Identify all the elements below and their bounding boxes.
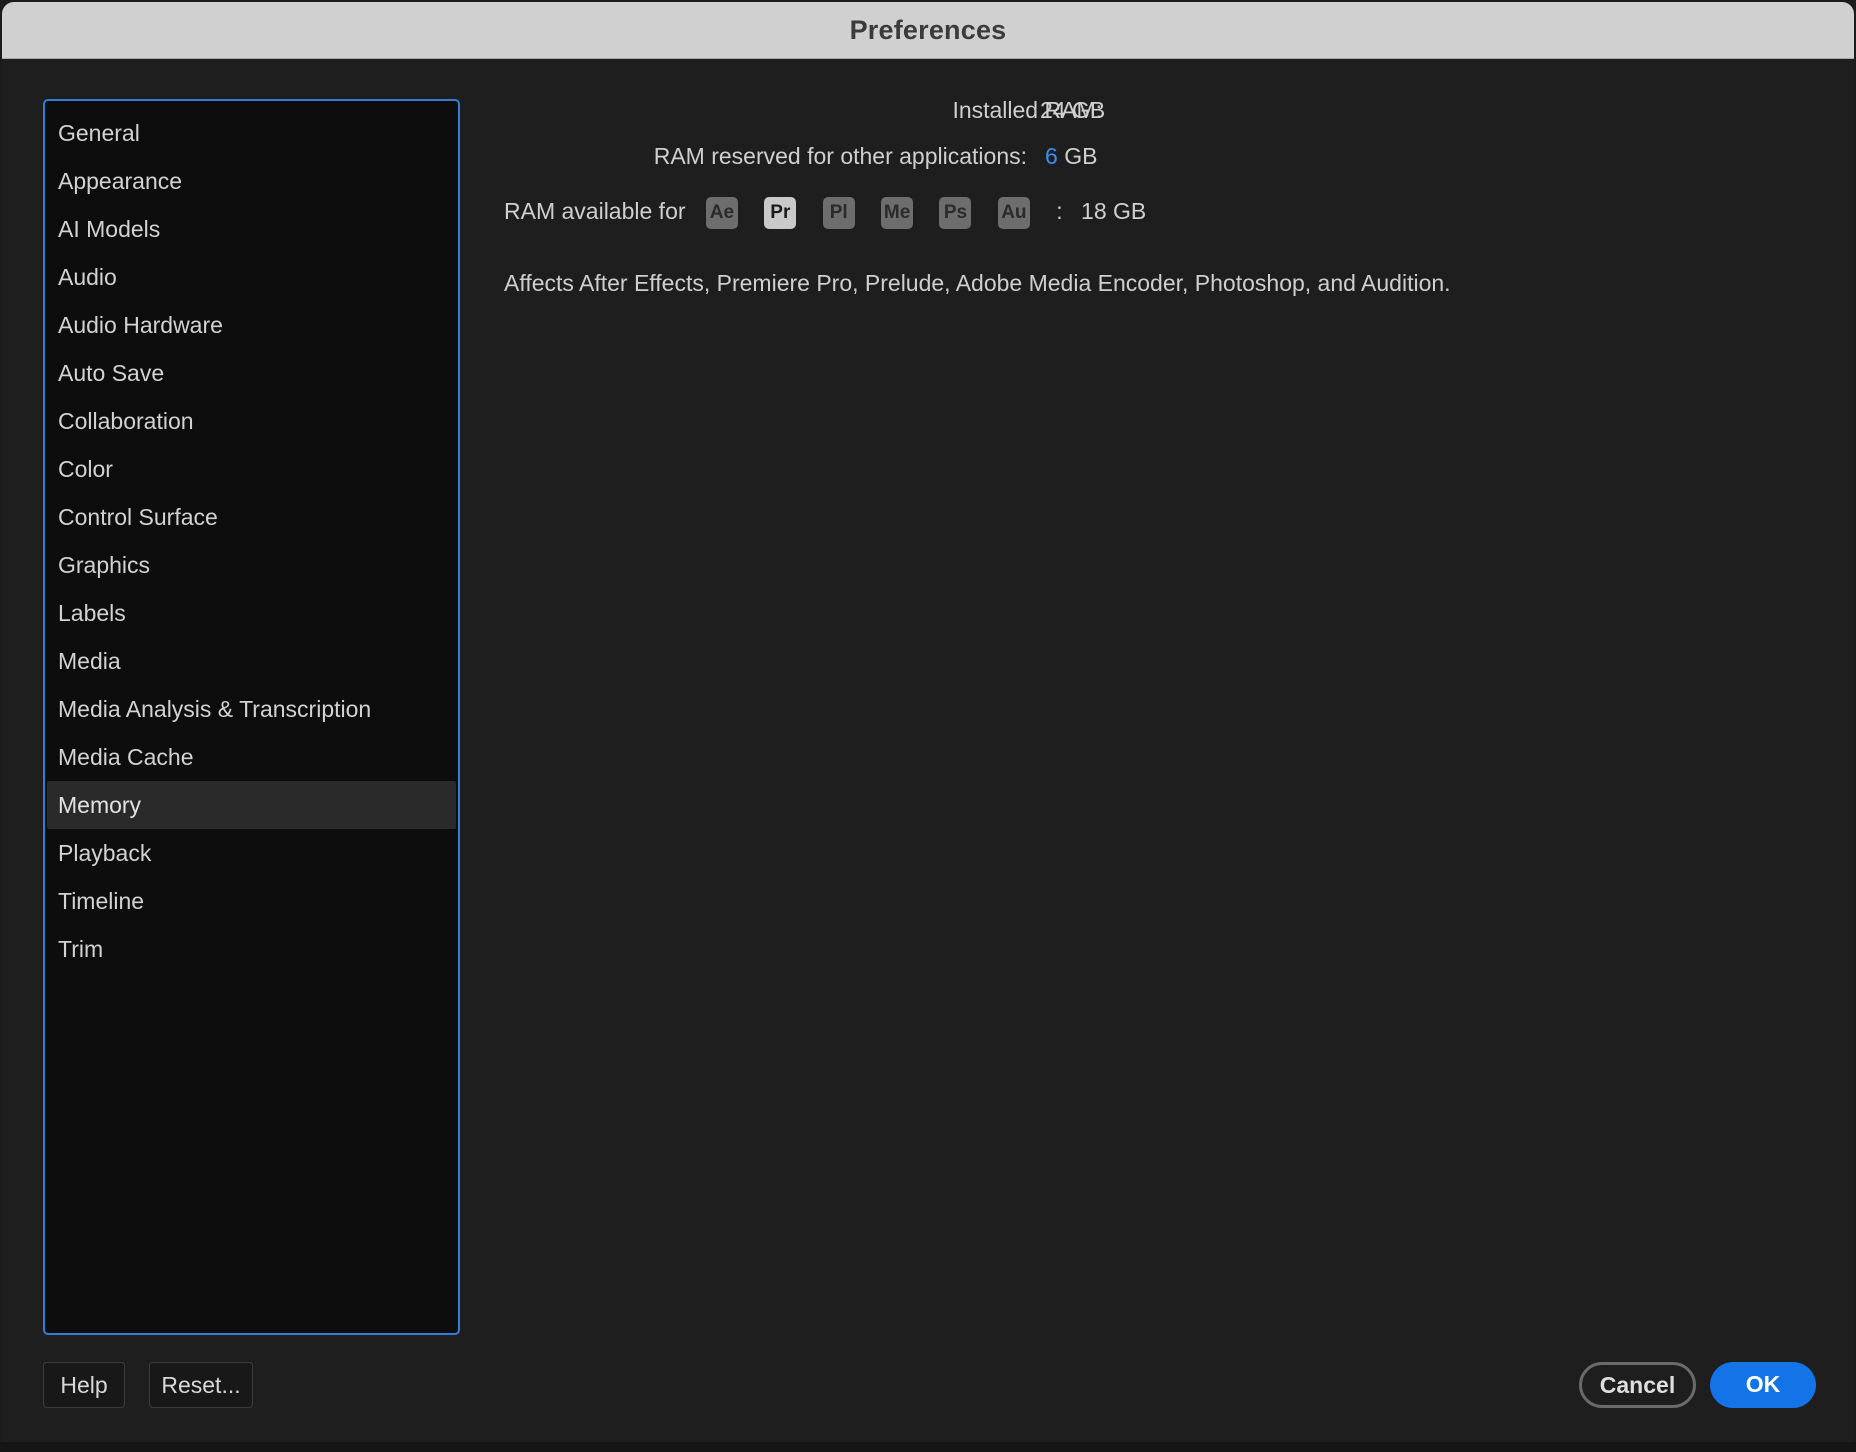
reserved-ram-row: RAM reserved for other applications: [502,143,1027,179]
sidebar-item-audio-hardware[interactable]: Audio Hardware [47,301,456,349]
sidebar-item-ai-models[interactable]: AI Models [47,205,456,253]
installed-ram-value: 24 GB [1040,97,1106,123]
cancel-button[interactable]: Cancel [1579,1362,1696,1408]
reserved-ram-label: RAM reserved for other applications: [653,143,1027,169]
app-badge-ps: Ps [939,196,972,229]
sidebar-item-general[interactable]: General [47,109,456,157]
reset-button[interactable]: Reset... [149,1362,253,1408]
ram-available-separator: : [1056,198,1063,224]
app-badge-ae: Ae [705,196,738,229]
sidebar-item-labels[interactable]: Labels [47,589,456,637]
reserved-ram-value-scrubber[interactable]: 6 [1045,143,1058,169]
sidebar-item-media-cache[interactable]: Media Cache [47,733,456,781]
sidebar-item-trim[interactable]: Trim [47,925,456,973]
help-button[interactable]: Help [43,1362,125,1408]
sidebar-item-playback[interactable]: Playback [47,829,456,877]
ram-available-row: RAM available for Ae Pr Pl Me Ps Au : 18… [504,191,1146,231]
background-app-strip [0,1442,1856,1452]
preferences-dialog: Preferences General Appearance AI Models… [2,2,1854,1442]
sidebar-item-media[interactable]: Media [47,637,456,685]
app-badge-me: Me [881,196,914,229]
affects-note: Affects After Effects, Premiere Pro, Pre… [504,270,1451,296]
sidebar-item-auto-save[interactable]: Auto Save [47,349,456,397]
app-badge-pr: Pr [764,196,797,229]
sidebar-item-appearance[interactable]: Appearance [47,157,456,205]
title-bar[interactable]: Preferences [2,2,1854,59]
sidebar-item-timeline[interactable]: Timeline [47,877,456,925]
sidebar-item-control-surface[interactable]: Control Surface [47,493,456,541]
sidebar-item-color[interactable]: Color [47,445,456,493]
preferences-category-list[interactable]: General Appearance AI Models Audio Audio… [43,99,460,1335]
sidebar-item-memory[interactable]: Memory [47,781,456,829]
ok-button[interactable]: OK [1710,1362,1816,1408]
sidebar-item-media-analysis-transcription[interactable]: Media Analysis & Transcription [47,685,456,733]
dialog-title: Preferences [849,14,1007,45]
sidebar-item-audio[interactable]: Audio [47,253,456,301]
reserved-ram-control: 6 GB [1045,143,1097,170]
app-badge-pl: Pl [822,196,855,229]
app-badge-au: Au [997,196,1030,229]
installed-ram-row: Installed RAM: [502,97,1102,133]
sidebar-item-graphics[interactable]: Graphics [47,541,456,589]
ram-available-label: RAM available for [504,198,686,224]
ram-available-value: 18 GB [1081,198,1147,224]
reserved-ram-unit: GB [1064,143,1098,169]
sidebar-item-collaboration[interactable]: Collaboration [47,397,456,445]
